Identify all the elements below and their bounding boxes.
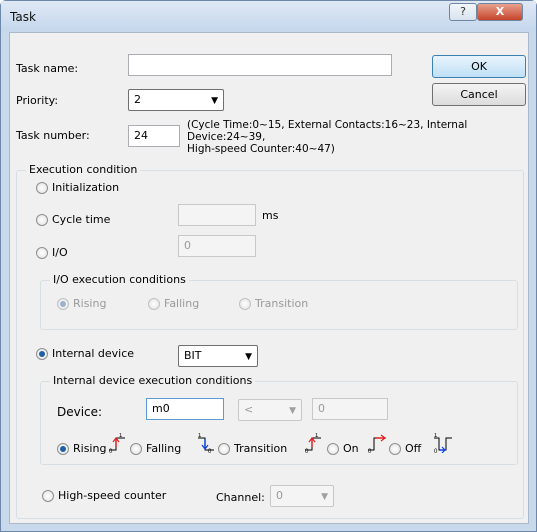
transition-icon: 1 0	[305, 433, 321, 453]
io-transition-label: Transition	[255, 297, 309, 310]
internal-conditions-title: Internal device execution conditions	[50, 374, 256, 387]
io-input[interactable]: 0	[178, 235, 256, 257]
on-level-icon: 0	[368, 434, 386, 453]
internal-on-label: On	[343, 442, 359, 455]
internal-device-label: Internal device	[52, 347, 135, 360]
internal-on-radio-dot	[327, 443, 339, 455]
channel-label: Channel:	[216, 491, 265, 504]
task-number-input[interactable]: 24	[128, 125, 180, 147]
io-falling-label: Falling	[164, 297, 200, 310]
initialization-radio[interactable]: Initialization	[36, 181, 176, 195]
task-name-label: Task name:	[16, 62, 79, 75]
internal-rising-radio-dot	[57, 443, 69, 455]
compare-operator-select[interactable]: < ▼	[238, 399, 302, 421]
priority-value: 2	[134, 93, 141, 106]
io-rising-radio[interactable]: Rising	[57, 297, 137, 311]
cycle-time-unit: ms	[262, 209, 279, 222]
compare-operator-value: <	[244, 403, 254, 416]
high-speed-counter-radio[interactable]: High-speed counter	[42, 489, 192, 503]
high-speed-counter-label: High-speed counter	[58, 489, 167, 502]
internal-falling-label: Falling	[146, 442, 182, 455]
close-icon[interactable]: X	[477, 3, 523, 21]
cycle-time-radio[interactable]: Cycle time	[36, 213, 156, 227]
io-rising-radio-dot	[57, 298, 69, 310]
internal-off-radio[interactable]: Off	[389, 442, 429, 456]
internal-off-label: Off	[405, 442, 422, 455]
io-label: I/O	[52, 246, 68, 259]
high-speed-counter-radio-dot	[42, 490, 54, 502]
cycle-time-label: Cycle time	[52, 213, 111, 226]
task-dialog: Task ? X Task name: OK Cancel Priority: …	[0, 0, 537, 532]
initialization-label: Initialization	[52, 181, 120, 194]
dialog-body: Task name: OK Cancel Priority: 2 ▼ Task …	[9, 32, 529, 524]
internal-transition-label: Transition	[234, 442, 288, 455]
internal-rising-radio[interactable]: Rising	[57, 442, 107, 456]
help-icon[interactable]: ?	[449, 3, 477, 21]
cancel-button[interactable]: Cancel	[432, 83, 526, 106]
cycle-time-input[interactable]	[178, 204, 256, 226]
dropdown-arrow-icon: ▼	[211, 96, 218, 106]
task-name-input[interactable]	[128, 54, 392, 76]
execution-condition-title: Execution condition	[26, 163, 141, 176]
initialization-radio-dot	[36, 182, 48, 194]
ok-button[interactable]: OK	[432, 55, 526, 78]
internal-off-radio-dot	[389, 443, 401, 455]
internal-on-radio[interactable]: On	[327, 442, 363, 456]
io-radio-dot	[36, 247, 48, 259]
cycle-time-radio-dot	[36, 214, 48, 226]
window-title: Task	[10, 10, 36, 24]
internal-device-type-value: BIT	[184, 349, 202, 362]
priority-select[interactable]: 2 ▼	[128, 89, 224, 111]
task-number-label: Task number:	[16, 129, 90, 142]
io-conditions-title: I/O execution conditions	[50, 273, 189, 286]
task-number-hint-2: Device:24~39,	[187, 131, 266, 143]
io-falling-radio[interactable]: Falling	[148, 297, 228, 311]
compare-value-input[interactable]: 0	[312, 398, 388, 420]
falling-edge-icon: 1 0	[198, 433, 214, 453]
dropdown-arrow-icon: ▼	[289, 406, 296, 416]
internal-falling-radio[interactable]: Falling	[130, 442, 194, 456]
internal-transition-radio[interactable]: Transition	[218, 442, 302, 456]
internal-rising-label: Rising	[73, 442, 107, 455]
task-number-hint-3: High-speed Counter:40~47)	[187, 143, 335, 155]
io-radio[interactable]: I/O	[36, 246, 96, 260]
task-number-hint-1: (Cycle Time:0~15, External Contacts:16~2…	[187, 119, 468, 131]
io-transition-radio-dot	[239, 298, 251, 310]
device-input[interactable]: m0	[146, 398, 224, 420]
channel-value: 0	[276, 489, 283, 502]
svg-text:0: 0	[434, 449, 438, 453]
dropdown-arrow-icon: ▼	[321, 492, 328, 502]
priority-label: Priority:	[16, 94, 59, 107]
internal-device-radio-dot	[36, 348, 48, 360]
internal-transition-radio-dot	[218, 443, 230, 455]
internal-device-radio[interactable]: Internal device	[36, 347, 166, 361]
io-falling-radio-dot	[148, 298, 160, 310]
internal-falling-radio-dot	[130, 443, 142, 455]
rising-edge-icon: 1 0	[109, 433, 125, 453]
internal-device-type-select[interactable]: BIT ▼	[178, 345, 258, 367]
off-level-icon: 1 0	[434, 433, 452, 453]
channel-select[interactable]: 0 ▼	[270, 485, 334, 507]
io-rising-label: Rising	[73, 297, 107, 310]
device-label: Device:	[57, 405, 103, 419]
io-transition-radio[interactable]: Transition	[239, 297, 329, 311]
title-bar: Task ? X	[1, 1, 536, 31]
dropdown-arrow-icon: ▼	[245, 352, 252, 362]
